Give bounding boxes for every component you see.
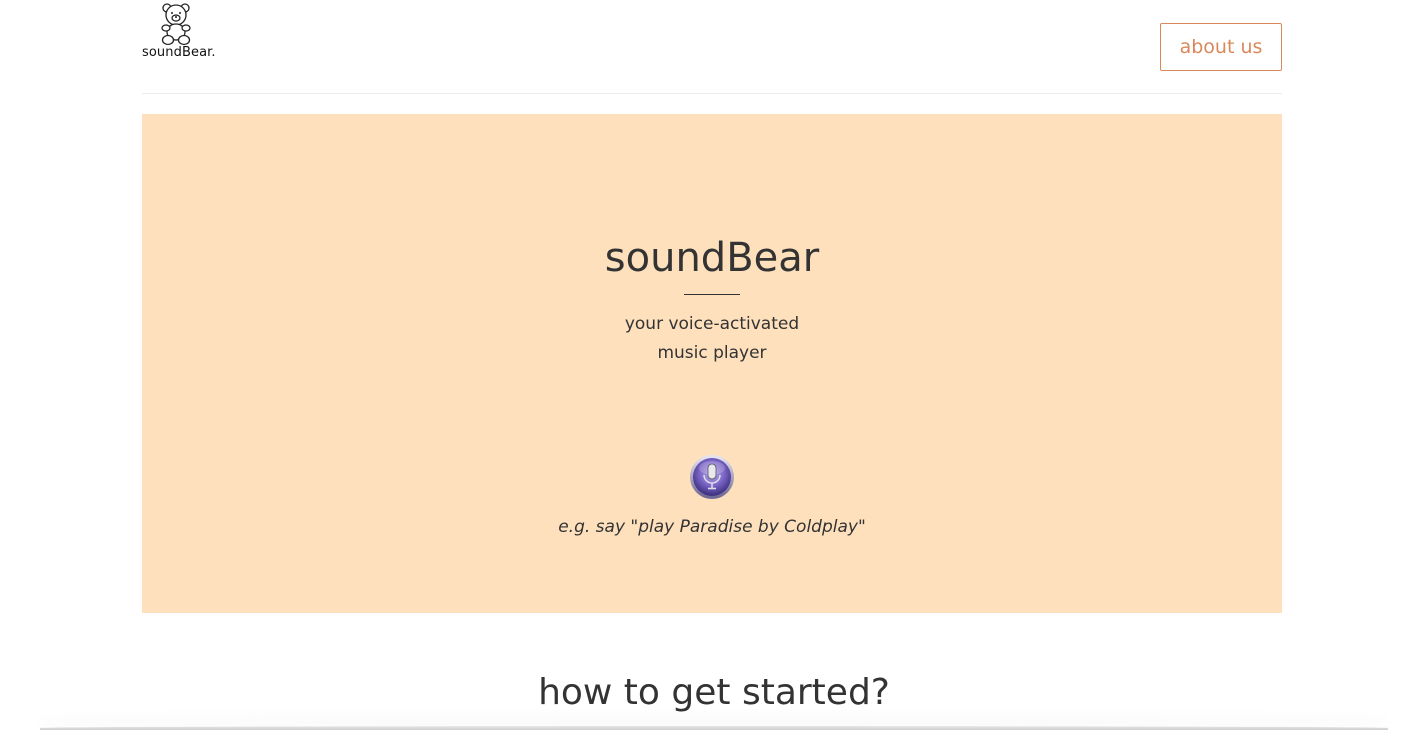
logo[interactable]: soundBear.	[142, 2, 222, 62]
hero-section: soundBear your voice-activated music pla…	[142, 114, 1282, 613]
hero-divider	[684, 294, 740, 295]
microphone-icon	[690, 455, 734, 499]
microphone-button[interactable]	[689, 454, 735, 500]
hero-subtitle-line: your voice-activated	[624, 314, 800, 334]
bottom-edge-shadow	[40, 726, 1388, 730]
hero-subtitle-line: music player	[657, 343, 767, 363]
teddy-bear-icon	[161, 3, 191, 46]
section-title: how to get started?	[538, 672, 890, 713]
hero-title: soundBear	[604, 235, 820, 281]
site-header: soundBear. about us	[142, 0, 1282, 94]
example-hint: e.g. say "play Paradise by Coldplay"	[558, 517, 866, 537]
page: soundBear. about us soundBear your voice…	[0, 0, 1428, 730]
hero-subtitle: your voice-activated music player	[142, 310, 1282, 368]
about-us-button[interactable]: about us	[1160, 23, 1282, 71]
logo-text: soundBear.	[142, 45, 216, 60]
